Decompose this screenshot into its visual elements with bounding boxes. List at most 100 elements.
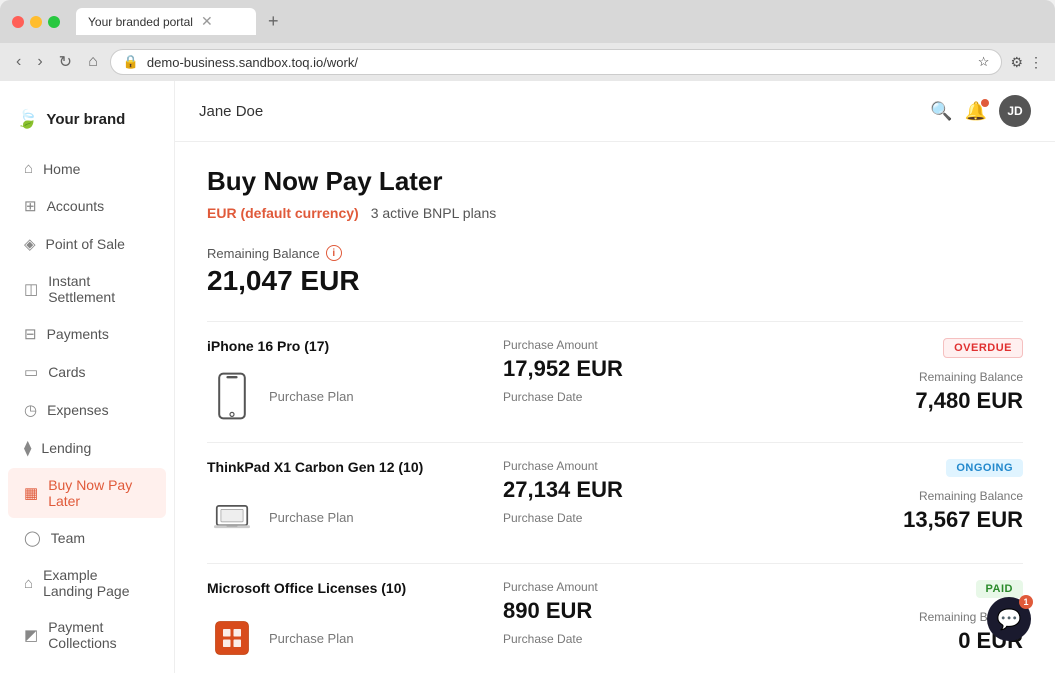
sidebar-item-payment-collections[interactable]: ◩ Payment Collections <box>8 610 166 660</box>
sidebar-item-label: Point of Sale <box>46 236 125 252</box>
team-icon: ◯ <box>24 529 41 547</box>
plans-count: 3 active BNPL plans <box>371 205 497 221</box>
sidebar-item-label: Example Landing Page <box>43 567 150 599</box>
sidebar-item-example-landing-page[interactable]: ⌂ Example Landing Page <box>8 558 166 608</box>
toolbar-icons: ⚙ ⋮ <box>1010 54 1043 71</box>
remaining-balance-section: Remaining Balance i 21,047 EUR <box>207 245 1023 297</box>
item-middle: Purchase Amount 890 EUR Purchase Date <box>503 580 807 646</box>
pos-icon: ◈ <box>24 235 36 253</box>
sidebar-item-label: Team <box>51 530 85 546</box>
extensions-icon[interactable]: ⚙ <box>1010 54 1023 71</box>
item-middle: Purchase Amount 17,952 EUR Purchase Date <box>503 338 807 404</box>
sidebar-item-lending[interactable]: ⧫ Lending <box>8 430 166 466</box>
forward-button[interactable]: › <box>33 51 46 73</box>
instant-settlement-icon: ◫ <box>24 280 38 298</box>
lending-icon: ⧫ <box>24 439 31 457</box>
sidebar-item-home[interactable]: ⌂ Home <box>8 151 166 186</box>
item-title: ThinkPad X1 Carbon Gen 12 (10) <box>207 459 487 475</box>
bnpl-icon: ▦ <box>24 484 38 502</box>
purchase-amount-label: Purchase Amount <box>503 338 807 352</box>
sidebar-item-point-of-sale[interactable]: ◈ Point of Sale <box>8 226 166 262</box>
remaining-balance-right-label: Remaining Balance <box>919 489 1023 503</box>
purchase-date-label: Purchase Date <box>503 511 807 525</box>
sidebar-item-label: Payment Collections <box>48 619 150 651</box>
sidebar-item-instant-settlement[interactable]: ◫ Instant Settlement <box>8 264 166 314</box>
item-left: Microsoft Office Licenses (10) <box>207 580 487 668</box>
item-right: OVERDUE Remaining Balance 7,480 EUR <box>823 338 1023 414</box>
landing-page-icon: ⌂ <box>24 575 33 592</box>
expenses-icon: ◷ <box>24 401 37 419</box>
purchase-plan-label: Purchase Plan <box>269 631 354 646</box>
sidebar-item-label: Accounts <box>47 198 105 214</box>
browser-toolbar: ‹ › ↻ ⌂ 🔒 demo-business.sandbox.toq.io/w… <box>0 43 1055 81</box>
item-middle: Purchase Amount 27,134 EUR Purchase Date <box>503 459 807 525</box>
currency-label: EUR (default currency) <box>207 205 359 221</box>
brand-name: Your brand <box>46 111 125 128</box>
bnpl-item: iPhone 16 Pro (17) Purchase Plan <box>207 321 1023 442</box>
phone-icon <box>207 366 257 426</box>
remaining-balance-right-value: 7,480 EUR <box>915 388 1023 414</box>
sidebar-item-cards[interactable]: ▭ Cards <box>8 354 166 390</box>
avatar[interactable]: JD <box>999 95 1031 127</box>
close-dot[interactable] <box>12 16 24 28</box>
bnpl-list: iPhone 16 Pro (17) Purchase Plan <box>207 321 1023 673</box>
remaining-balance-label: Remaining Balance i <box>207 245 1023 261</box>
status-badge: OVERDUE <box>943 338 1023 358</box>
top-header: Jane Doe 🔍 🔔 JD <box>175 81 1055 142</box>
payments-icon: ⊟ <box>24 325 37 343</box>
star-icon[interactable]: ☆ <box>978 54 990 70</box>
sidebar-item-label: Payments <box>47 326 109 342</box>
address-bar[interactable]: 🔒 demo-business.sandbox.toq.io/work/ ☆ <box>110 49 1003 75</box>
purchase-amount-value: 27,134 EUR <box>503 477 807 503</box>
remaining-balance-right-label: Remaining Balance <box>919 370 1023 384</box>
page-subtitle: EUR (default currency) 3 active BNPL pla… <box>207 205 1023 221</box>
item-title: Microsoft Office Licenses (10) <box>207 580 487 596</box>
tab-title: Your branded portal <box>88 15 193 29</box>
header-actions: 🔍 🔔 JD <box>930 95 1031 127</box>
browser-tab[interactable]: Your branded portal ✕ <box>76 8 256 35</box>
browser-dots <box>12 16 60 28</box>
sidebar-item-accounts[interactable]: ⊞ Accounts <box>8 188 166 224</box>
sidebar-item-buy-now-pay-later[interactable]: ▦ Buy Now Pay Later <box>8 468 166 518</box>
home-button[interactable]: ⌂ <box>84 51 102 73</box>
sidebar-item-label: Instant Settlement <box>48 273 150 305</box>
brand-icon: 🍃 <box>16 109 38 130</box>
remaining-balance-value: 21,047 EUR <box>207 265 1023 297</box>
sidebar-item-team[interactable]: ◯ Team <box>8 520 166 556</box>
accounts-icon: ⊞ <box>24 197 37 215</box>
sidebar-item-expenses[interactable]: ◷ Expenses <box>8 392 166 428</box>
menu-icon[interactable]: ⋮ <box>1029 54 1043 71</box>
info-icon[interactable]: i <box>326 245 342 261</box>
remaining-balance-right-value: 13,567 EUR <box>903 507 1023 533</box>
item-left: iPhone 16 Pro (17) Purchase Plan <box>207 338 487 426</box>
chat-bubble[interactable]: 💬 1 <box>987 597 1031 641</box>
status-badge: ONGOING <box>946 459 1023 477</box>
purchase-amount-label: Purchase Amount <box>503 580 807 594</box>
chat-icon: 💬 <box>997 607 1022 632</box>
notification-dot <box>981 99 989 107</box>
chat-notification-count: 1 <box>1019 595 1033 609</box>
item-icon-row: Purchase Plan <box>207 487 487 547</box>
lock-icon: 🔒 <box>123 54 139 70</box>
purchase-plan-label: Purchase Plan <box>269 389 354 404</box>
bnpl-item: ThinkPad X1 Carbon Gen 12 (10) Pu <box>207 442 1023 563</box>
new-tab-button[interactable]: + <box>264 11 283 32</box>
purchase-date-label: Purchase Date <box>503 632 807 646</box>
item-icon-row: Purchase Plan <box>207 608 487 668</box>
search-icon[interactable]: 🔍 <box>930 101 952 122</box>
sidebar-item-payments[interactable]: ⊟ Payments <box>8 316 166 352</box>
purchase-amount-value: 890 EUR <box>503 598 807 624</box>
tab-close-icon[interactable]: ✕ <box>201 13 213 30</box>
sidebar-item-label: Expenses <box>47 402 108 418</box>
sidebar-item-label: Cards <box>48 364 85 380</box>
user-name: Jane Doe <box>199 103 263 120</box>
sidebar: 🍃 Your brand ⌂ Home ⊞ Accounts ◈ Point o… <box>0 81 175 673</box>
back-button[interactable]: ‹ <box>12 51 25 73</box>
item-icon-row: Purchase Plan <box>207 366 487 426</box>
browser-titlebar: Your branded portal ✕ + <box>0 0 1055 43</box>
maximize-dot[interactable] <box>48 16 60 28</box>
minimize-dot[interactable] <box>30 16 42 28</box>
reload-button[interactable]: ↻ <box>55 50 76 74</box>
notifications-icon[interactable]: 🔔 <box>965 101 987 122</box>
purchase-amount-label: Purchase Amount <box>503 459 807 473</box>
